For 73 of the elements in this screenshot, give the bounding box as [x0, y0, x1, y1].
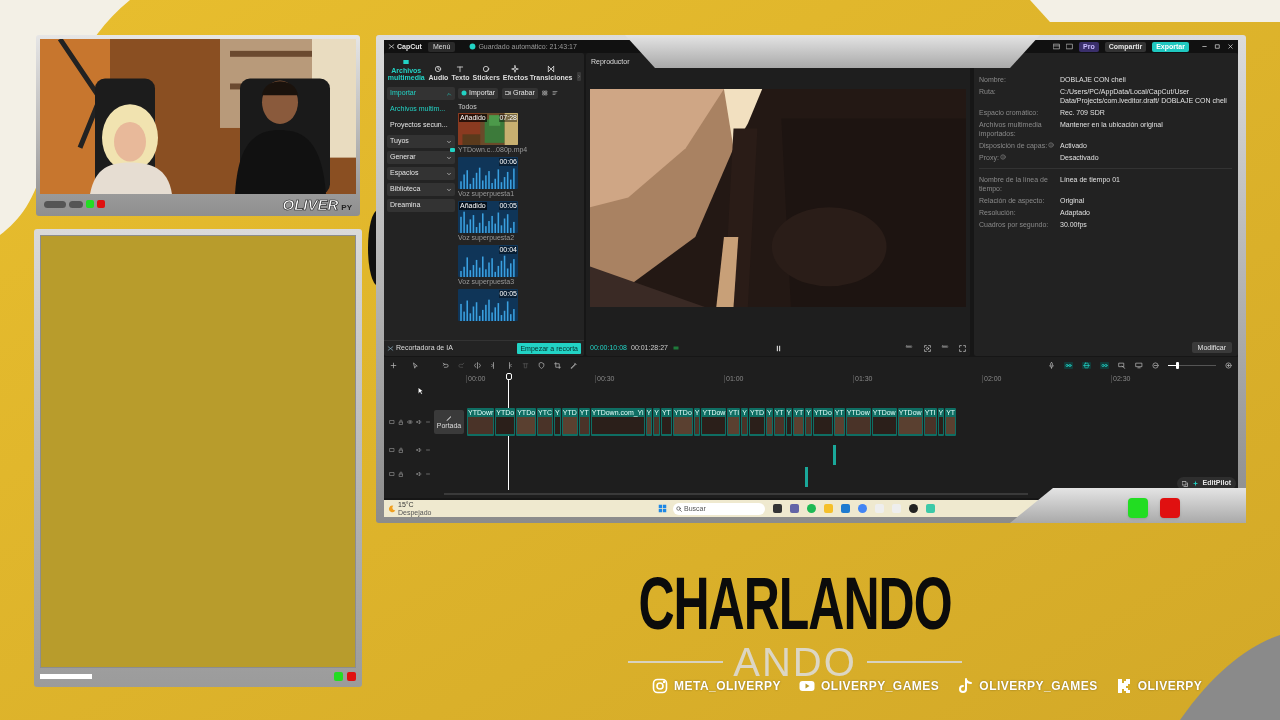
logo-text: OLIVER [282, 196, 339, 212]
link-icon[interactable] [1100, 361, 1109, 369]
lock-icon[interactable] [398, 419, 404, 425]
zoom-slider[interactable] [1168, 361, 1216, 369]
sparkle-icon [511, 65, 520, 73]
copy-icon [1181, 480, 1188, 487]
pen-icon[interactable] [570, 361, 577, 369]
chevron-icon [446, 138, 452, 145]
moon-icon [388, 504, 396, 513]
text-icon [456, 65, 465, 73]
indicator-light [86, 200, 94, 209]
k-logo-icon[interactable] [1115, 678, 1132, 694]
scissors-icon [388, 43, 395, 50]
shield-icon[interactable] [538, 361, 545, 369]
zoom-out-icon[interactable] [1152, 361, 1159, 369]
eye-icon[interactable] [407, 419, 413, 425]
plus-circle-icon [461, 90, 467, 96]
zoom-in-icon[interactable] [1225, 361, 1232, 369]
link-icon[interactable] [1082, 361, 1091, 369]
grid-icon[interactable] [541, 90, 548, 96]
show-title: CHARLANDO [638, 566, 952, 641]
plus-icon[interactable] [390, 361, 397, 369]
close-icon[interactable] [1227, 43, 1234, 50]
focus-icon[interactable] [924, 344, 931, 352]
windows-icon[interactable] [658, 504, 667, 513]
audio-clip[interactable] [805, 467, 808, 487]
layout-icon[interactable] [1053, 43, 1061, 50]
camera-outline-icon[interactable] [652, 678, 668, 694]
indicator-light [1160, 498, 1180, 518]
camera-icon [505, 90, 512, 96]
chevron-icon [446, 186, 452, 193]
cloud-icon [469, 43, 477, 50]
fullscreen-icon[interactable] [959, 344, 966, 352]
edit-icon [446, 414, 452, 421]
pause-icon[interactable] [774, 344, 782, 352]
cursor-icon[interactable] [412, 361, 419, 369]
frame-bar [40, 673, 92, 679]
search-icon [676, 505, 682, 512]
restore-icon[interactable] [1214, 43, 1221, 50]
indicator-light [97, 200, 105, 209]
chevron-icon [446, 170, 452, 177]
crop-icon[interactable] [554, 361, 561, 369]
undo-icon[interactable] [442, 361, 449, 369]
speaker-icon[interactable] [416, 471, 422, 477]
indicator-light [1128, 498, 1148, 518]
media-icon [402, 58, 411, 66]
mouse-cursor-icon [417, 387, 425, 395]
sort-icon[interactable] [551, 90, 558, 96]
audio-clip[interactable] [833, 445, 836, 465]
split-icon[interactable] [474, 361, 481, 369]
minimize-icon[interactable] [1201, 43, 1208, 50]
link-icon[interactable] [1064, 361, 1073, 369]
sparkle-icon [1191, 480, 1199, 487]
chevron-icon [446, 90, 452, 97]
speaker-icon[interactable] [416, 447, 422, 453]
indicator-light [334, 671, 343, 681]
chevron-icon [446, 154, 452, 161]
lock-icon[interactable] [398, 471, 404, 477]
transition-icon [547, 65, 556, 73]
scissors-icon [387, 345, 394, 352]
lock-icon[interactable] [398, 447, 404, 453]
slider-thumb[interactable] [1176, 361, 1180, 369]
logo-suffix: PY [341, 204, 352, 212]
preview-icon[interactable] [1118, 361, 1126, 369]
split-icon[interactable] [506, 361, 513, 369]
monitor-icon[interactable] [1135, 361, 1143, 369]
play-icon[interactable] [798, 678, 815, 694]
split-icon[interactable] [490, 361, 497, 369]
indicator-light [347, 671, 356, 681]
show-subtitle: ANDO [733, 642, 857, 682]
mic-icon[interactable] [1048, 361, 1055, 369]
speaker-icon[interactable] [416, 419, 422, 425]
layout-icon[interactable] [1066, 43, 1074, 50]
